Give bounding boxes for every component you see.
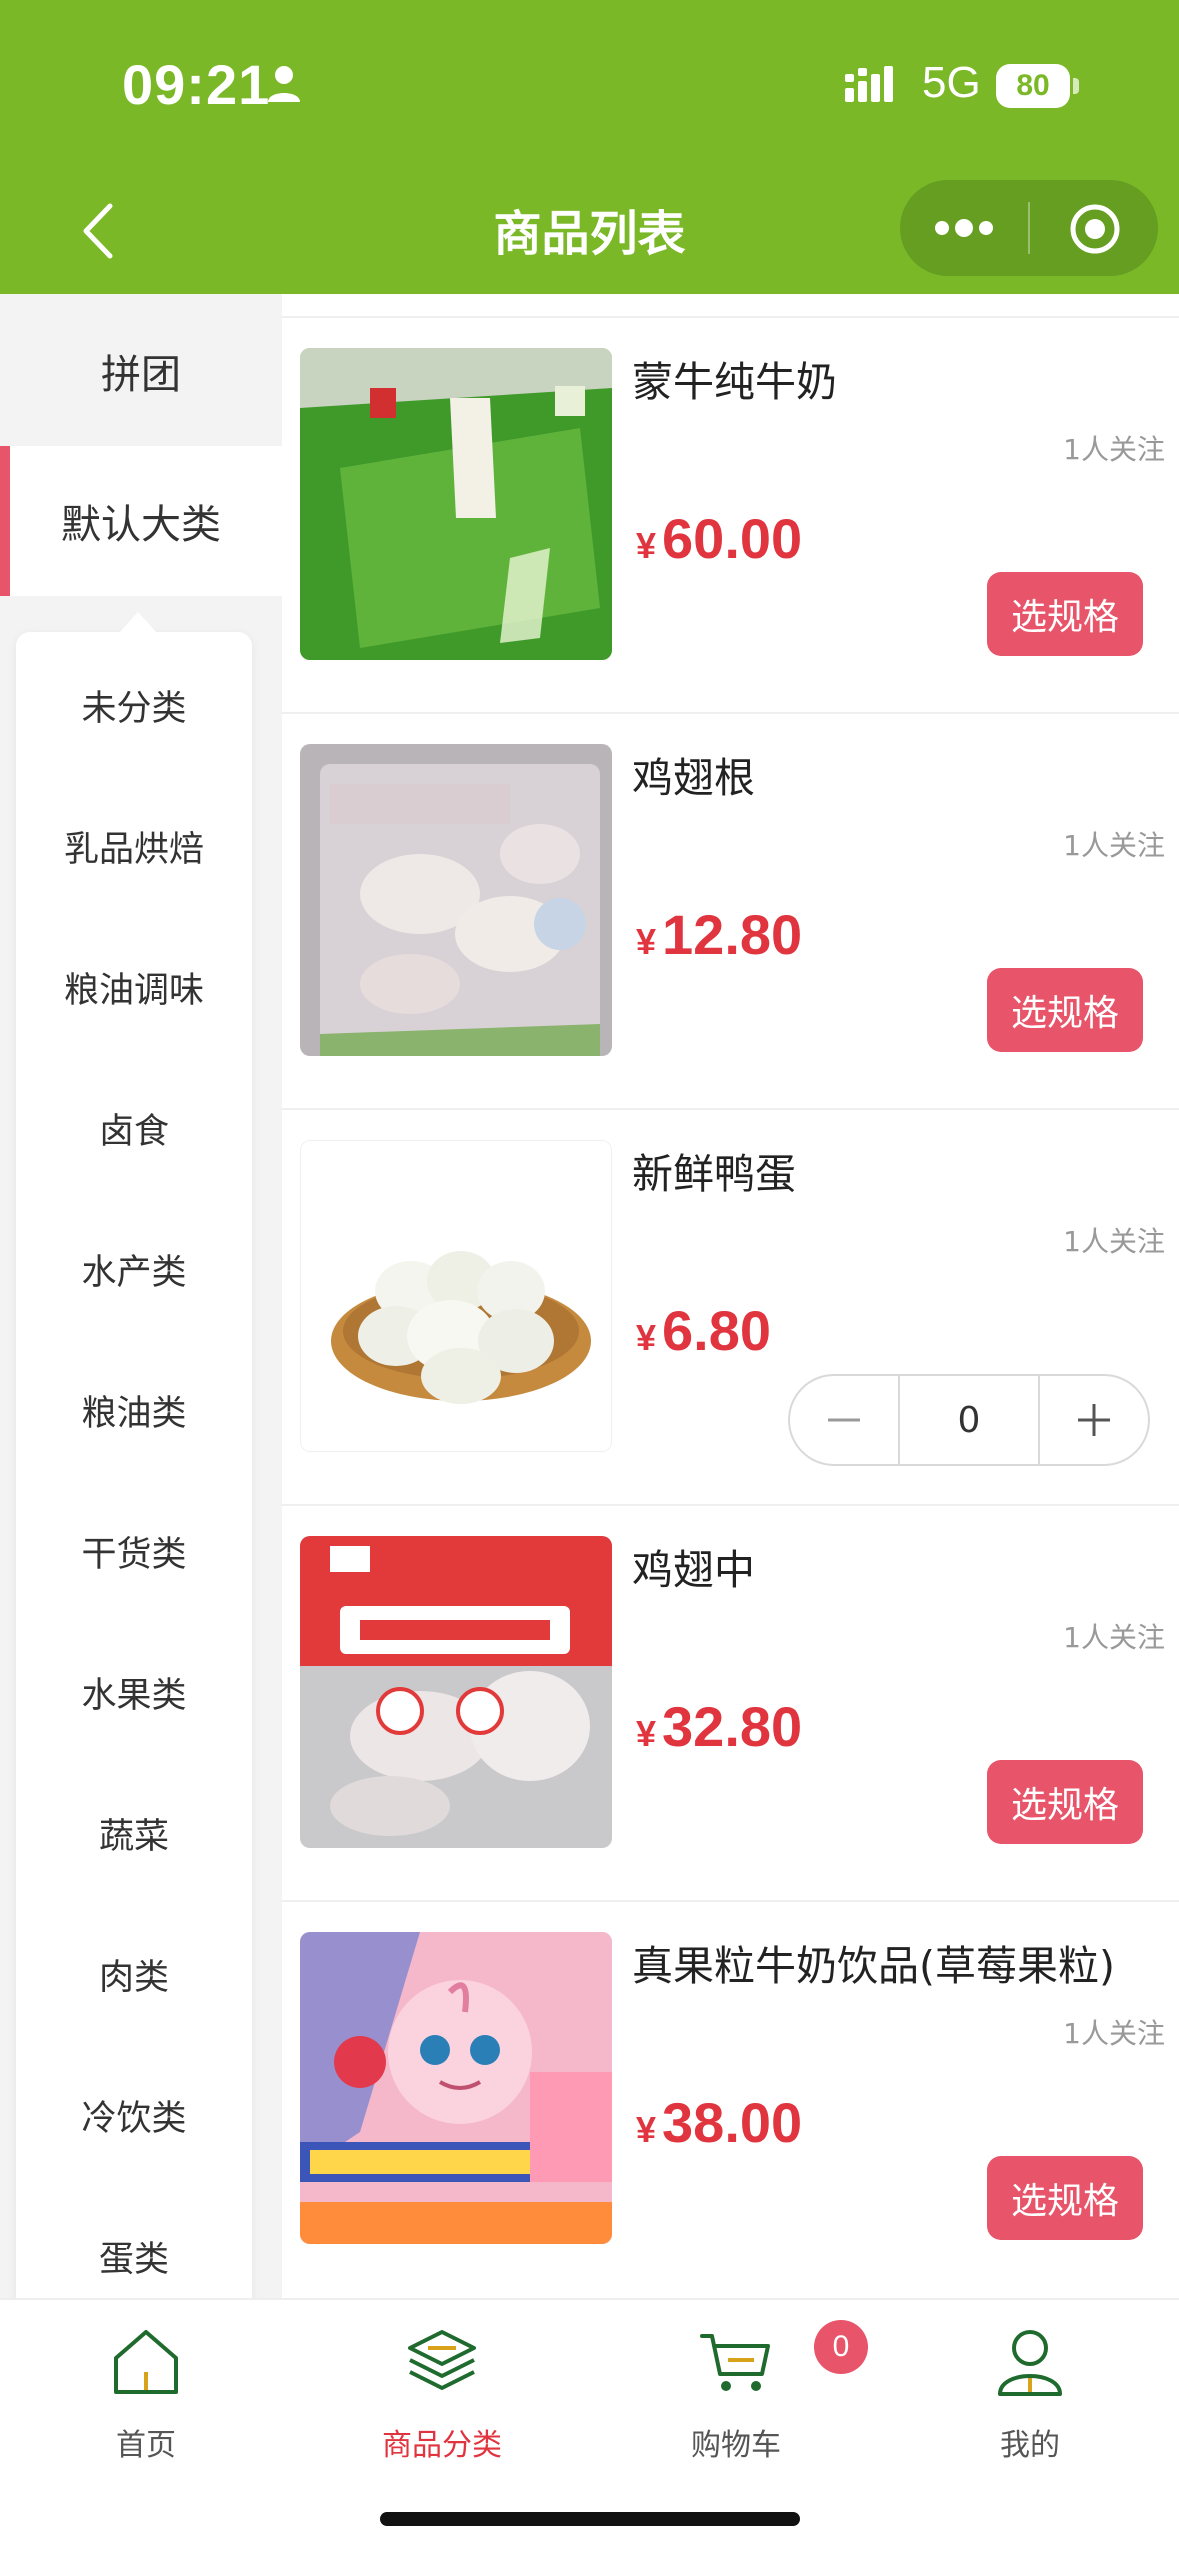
subcategory-item[interactable]: 干货类 bbox=[16, 1526, 252, 1577]
tab-profile[interactable]: 我的 bbox=[930, 2324, 1130, 2474]
product-price: ¥38.00 bbox=[636, 2090, 802, 2155]
subcategory-item[interactable]: 粮油类 bbox=[16, 1385, 252, 1436]
home-icon bbox=[114, 2330, 178, 2394]
battery-tip bbox=[1073, 78, 1079, 94]
subcategory-item[interactable]: 乳品烘焙 bbox=[16, 821, 252, 872]
product-name: 鸡翅中 bbox=[632, 1546, 755, 1594]
subcategory-item[interactable]: 未分类 bbox=[16, 680, 252, 731]
product-item[interactable]: 蒙牛纯牛奶 1人关注 ¥60.00 选规格 bbox=[282, 318, 1179, 714]
sidebar-item-default-category[interactable]: 默认大类 bbox=[0, 446, 282, 596]
product-name: 鸡翅根 bbox=[632, 754, 755, 802]
active-indicator bbox=[0, 446, 10, 596]
home-indicator bbox=[380, 2512, 800, 2526]
product-item[interactable]: 新鲜鸭蛋 1人关注 ¥6.80 0 bbox=[282, 1110, 1179, 1506]
cart-count-badge: 0 bbox=[814, 2320, 868, 2374]
product-price: ¥60.00 bbox=[636, 506, 802, 571]
product-name: 蒙牛纯牛奶 bbox=[632, 358, 837, 406]
plus-icon bbox=[1078, 1404, 1110, 1436]
price-amount: 6.80 bbox=[662, 1299, 772, 1362]
select-spec-button[interactable]: 选规格 bbox=[987, 1760, 1143, 1844]
product-name: 新鲜鸭蛋 bbox=[632, 1150, 796, 1198]
currency-symbol: ¥ bbox=[636, 1713, 657, 1754]
price-amount: 32.80 bbox=[662, 1695, 803, 1758]
product-item[interactable]: 真果粒牛奶饮品(草莓果粒) 1人关注 ¥38.00 选规格 bbox=[282, 1902, 1179, 2298]
tab-home[interactable]: 首页 bbox=[46, 2324, 246, 2474]
subcategory-item[interactable]: 粮油调味 bbox=[16, 962, 252, 1013]
increase-button[interactable] bbox=[1038, 1376, 1148, 1464]
follower-count: 1人关注 bbox=[1063, 829, 1165, 862]
product-image-mid-wing[interactable] bbox=[300, 1536, 612, 1848]
product-price: ¥32.80 bbox=[636, 1694, 802, 1759]
tab-label: 首页 bbox=[116, 2428, 176, 2463]
follower-count: 1人关注 bbox=[1063, 433, 1165, 466]
subcategory-item[interactable]: 蔬菜 bbox=[16, 1808, 252, 1859]
sidebar-item-label: 默认大类 bbox=[61, 502, 221, 548]
close-target-icon[interactable] bbox=[1068, 202, 1122, 256]
user-icon bbox=[998, 2330, 1062, 2396]
tab-label: 商品分类 bbox=[382, 2428, 502, 2463]
decrease-button[interactable] bbox=[790, 1376, 900, 1464]
subcategory-pointer bbox=[118, 612, 158, 634]
subcategory-panel bbox=[16, 632, 252, 2332]
capsule-divider bbox=[1028, 202, 1030, 254]
follower-count: 1人关注 bbox=[1063, 2017, 1165, 2050]
select-spec-button[interactable]: 选规格 bbox=[987, 968, 1143, 1052]
subcategory-item[interactable]: 水产类 bbox=[16, 1244, 252, 1295]
mini-program-capsule bbox=[900, 180, 1158, 276]
product-price: ¥6.80 bbox=[636, 1298, 771, 1363]
follower-count: 1人关注 bbox=[1063, 1621, 1165, 1654]
price-amount: 38.00 bbox=[662, 2091, 803, 2154]
product-item[interactable]: 鸡翅中 1人关注 ¥32.80 选规格 bbox=[282, 1506, 1179, 1902]
currency-symbol: ¥ bbox=[636, 1317, 657, 1358]
subcategory-item[interactable]: 卤食 bbox=[16, 1103, 252, 1154]
currency-symbol: ¥ bbox=[636, 525, 657, 566]
product-item[interactable]: 鸡翅根 1人关注 ¥12.80 选规格 bbox=[282, 714, 1179, 1110]
quantity-value[interactable]: 0 bbox=[898, 1376, 1040, 1464]
price-amount: 60.00 bbox=[662, 507, 803, 570]
subcategory-item[interactable]: 蛋类 bbox=[16, 2231, 252, 2282]
product-image-wing-root[interactable] bbox=[300, 744, 612, 1056]
product-image-duck-eggs[interactable] bbox=[300, 1140, 612, 1452]
tab-categories[interactable]: 商品分类 bbox=[342, 2324, 542, 2474]
select-spec-button[interactable]: 选规格 bbox=[987, 2156, 1143, 2240]
currency-symbol: ¥ bbox=[636, 921, 657, 962]
cart-icon bbox=[700, 2334, 770, 2391]
product-image-fruit-milk-drink[interactable] bbox=[300, 1932, 612, 2244]
product-image-milk[interactable] bbox=[300, 348, 612, 660]
subcategory-item[interactable]: 水果类 bbox=[16, 1667, 252, 1718]
currency-symbol: ¥ bbox=[636, 2109, 657, 2150]
sidebar-item-label: 拼团 bbox=[101, 352, 181, 398]
minus-icon bbox=[828, 1418, 860, 1422]
header-bar: 09:21 5G 80 商品列表 bbox=[0, 0, 1179, 294]
status-time: 09:21 bbox=[122, 53, 271, 116]
tab-cart[interactable]: 购物车 bbox=[636, 2324, 836, 2474]
follower-count: 1人关注 bbox=[1063, 1225, 1165, 1258]
tab-label: 我的 bbox=[1000, 2428, 1060, 2463]
price-amount: 12.80 bbox=[662, 903, 803, 966]
sidebar-item-group-buy[interactable]: 拼团 bbox=[0, 296, 282, 446]
battery-level: 80 bbox=[1016, 69, 1050, 102]
signal-icon bbox=[845, 66, 893, 102]
quantity-stepper: 0 bbox=[788, 1374, 1150, 1466]
subcategory-item[interactable]: 冷饮类 bbox=[16, 2090, 252, 2141]
select-spec-button[interactable]: 选规格 bbox=[987, 572, 1143, 656]
network-type: 5G bbox=[922, 58, 981, 107]
tab-label: 购物车 bbox=[691, 2428, 781, 2463]
product-name: 真果粒牛奶饮品(草莓果粒) bbox=[632, 1942, 1115, 1990]
person-icon bbox=[268, 66, 300, 102]
product-price: ¥12.80 bbox=[636, 902, 802, 967]
more-dots-icon[interactable] bbox=[934, 218, 994, 238]
subcategory-item[interactable]: 肉类 bbox=[16, 1949, 252, 2000]
layers-icon bbox=[408, 2330, 476, 2390]
battery-icon: 80 bbox=[996, 64, 1070, 108]
